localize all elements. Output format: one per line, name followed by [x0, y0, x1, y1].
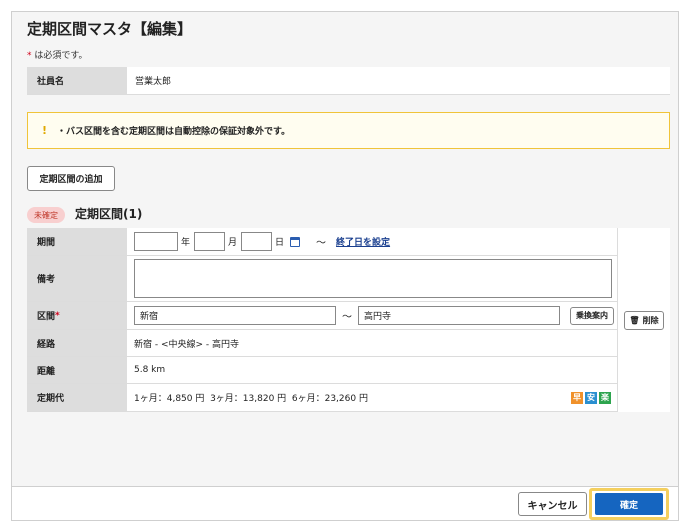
segment-tilde: 〜: [342, 312, 352, 323]
year-unit: 年: [181, 238, 191, 248]
distance-row: 距離 5.8 km: [27, 357, 617, 384]
period-day-input[interactable]: [241, 232, 273, 251]
employee-name: 営業太郎: [135, 77, 172, 87]
required-note: * は必須です。: [27, 48, 87, 61]
segment-required-mark: *: [55, 310, 60, 321]
remarks-label: 備考: [27, 256, 127, 301]
segment-from-input[interactable]: 新宿: [134, 306, 336, 325]
route-row: 経路 新宿 - <中央線> - 高円寺: [27, 330, 617, 357]
section-table: 期間 年 月 日 〜 終了日を設定 備考 区間 * 新宿 〜 高円寺 乗換案内 経…: [27, 228, 670, 412]
section-title: 定期区間(1): [75, 207, 143, 221]
distance-value: 5.8 km: [134, 365, 166, 375]
warning-icon: !: [42, 124, 48, 137]
warning-text: ・バス区間を含む定期区間は自動控除の保証対象外です。: [57, 127, 291, 137]
period-year-input[interactable]: [134, 232, 178, 251]
footer-bar: キャンセル 確定: [12, 486, 678, 520]
fare-value: 1ヶ月：4,850 円 3ヶ月：13,820 円 6ヶ月：23,260 円: [134, 394, 368, 404]
easiest-icon: 楽: [599, 391, 611, 404]
set-end-date-link[interactable]: 終了日を設定: [336, 235, 390, 248]
distance-label: 距離: [27, 357, 127, 383]
row-actions: 🗑 削除: [617, 228, 670, 412]
fare-icons: 早 安 楽: [571, 391, 611, 404]
segment-label: 区間 *: [27, 302, 127, 329]
add-section-button[interactable]: 定期区間の追加: [27, 166, 115, 191]
page-title: 定期区間マスタ【編集】: [27, 20, 193, 38]
route-value: 新宿 - <中央線> - 高円寺: [134, 339, 240, 350]
calendar-icon[interactable]: [290, 236, 301, 247]
route-label: 経路: [27, 330, 127, 356]
fastest-icon: 早: [571, 391, 583, 404]
period-month-input[interactable]: [194, 232, 226, 251]
period-tilde: 〜: [316, 238, 327, 249]
segment-label-text: 区間: [37, 312, 56, 322]
period-row: 期間 年 月 日 〜 終了日を設定: [27, 228, 617, 256]
segment-row: 区間 * 新宿 〜 高円寺 乗換案内: [27, 302, 617, 330]
confirm-button[interactable]: 確定: [595, 493, 663, 515]
segment-to-input[interactable]: 高円寺: [358, 306, 560, 325]
remarks-textarea[interactable]: [134, 259, 612, 298]
warning-box: ! ・バス区間を含む定期区間は自動控除の保証対象外です。: [27, 112, 670, 149]
cheapest-icon: 安: [585, 391, 597, 404]
cancel-button[interactable]: キャンセル: [518, 492, 587, 516]
delete-button[interactable]: 🗑 削除: [624, 310, 664, 330]
month-unit: 月: [228, 238, 238, 248]
trash-icon: 🗑: [629, 315, 640, 325]
period-label: 期間: [27, 228, 127, 255]
confirm-button-focus-ring: 確定: [589, 488, 669, 520]
delete-label: 削除: [642, 315, 659, 325]
employee-row: 社員名 営業太郎: [27, 67, 670, 95]
day-unit: 日: [275, 238, 285, 248]
remarks-row: 備考: [27, 256, 617, 302]
fare-label: 定期代: [27, 384, 127, 411]
fare-row: 定期代 1ヶ月：4,850 円 3ヶ月：13,820 円 6ヶ月：23,260 …: [27, 384, 617, 412]
required-note-text: は必須です。: [31, 51, 88, 61]
route-search-button[interactable]: 乗換案内: [570, 306, 614, 325]
employee-label: 社員名: [27, 67, 127, 94]
status-badge: 未確定: [27, 207, 65, 223]
